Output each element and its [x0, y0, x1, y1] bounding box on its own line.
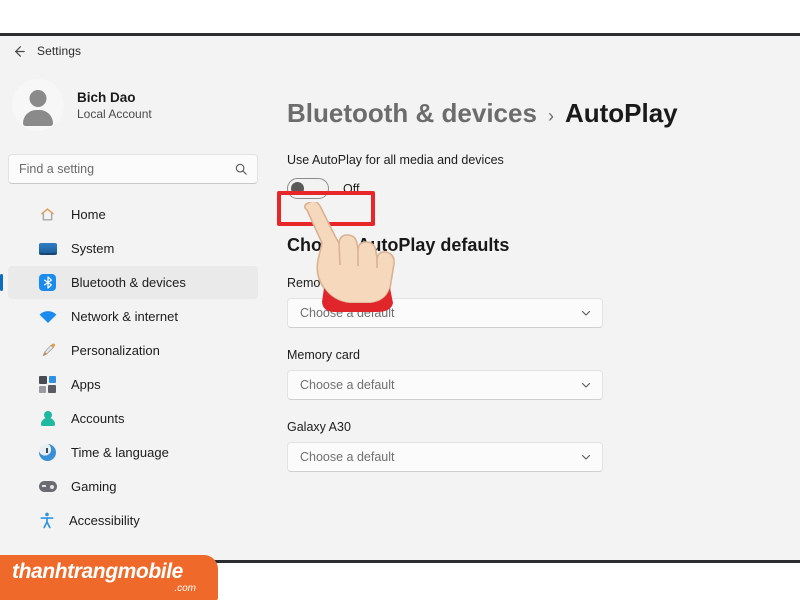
title-bar: Settings: [0, 36, 800, 66]
watermark-tld: .com: [174, 583, 196, 594]
sidebar-item-label: Accessibility: [69, 513, 140, 528]
field-label: Galaxy A30: [287, 420, 351, 434]
chevron-down-icon: [580, 307, 592, 319]
breadcrumb: Bluetooth & devices › AutoPlay: [287, 98, 800, 129]
window-title: Settings: [37, 44, 82, 58]
accessibility-icon: [38, 512, 55, 529]
profile-account-type: Local Account: [77, 106, 152, 121]
sidebar-item-label: Accounts: [71, 411, 125, 426]
wifi-icon: [38, 307, 57, 326]
field-memory-card: Memory card Choose a default: [287, 348, 800, 400]
chevron-down-icon: [580, 451, 592, 463]
apps-grid-icon: [38, 375, 57, 394]
removable-drive-dropdown[interactable]: Choose a default: [287, 298, 603, 328]
galaxy-a30-dropdown[interactable]: Choose a default: [287, 442, 603, 472]
settings-window: Settings Bich Dao Local Account Find a s…: [0, 33, 800, 563]
sidebar-item-apps[interactable]: Apps: [8, 368, 258, 401]
memory-card-dropdown[interactable]: Choose a default: [287, 370, 603, 400]
field-label: Removable drive: [287, 276, 381, 290]
search-input[interactable]: [9, 156, 219, 182]
bluetooth-icon: [38, 273, 57, 292]
selection-accent-bar: [0, 274, 3, 291]
sidebar-item-accounts[interactable]: Accounts: [8, 402, 258, 435]
watermark-badge: thanhtrangmobile .com: [0, 555, 218, 600]
sidebar-item-label: Time & language: [71, 445, 169, 460]
sidebar-item-accessibility[interactable]: Accessibility: [8, 504, 258, 537]
sidebar-item-label: Bluetooth & devices: [71, 275, 186, 290]
person-icon: [38, 409, 57, 428]
sidebar-item-label: Home: [71, 207, 106, 222]
profile-name: Bich Dao: [77, 89, 136, 105]
autoplay-toggle-state: Off: [343, 181, 360, 196]
dropdown-value: Choose a default: [300, 450, 395, 464]
chevron-down-icon: [580, 379, 592, 391]
back-arrow-icon[interactable]: [3, 36, 33, 66]
dropdown-value: Choose a default: [300, 378, 395, 392]
autoplay-toggle[interactable]: [287, 178, 329, 199]
sidebar-item-gaming[interactable]: Gaming: [8, 470, 258, 503]
breadcrumb-separator-icon: ›: [547, 106, 554, 126]
autoplay-toggle-label: Use AutoPlay for all media and devices: [287, 153, 504, 167]
content-pane: Bluetooth & devices › AutoPlay Use AutoP…: [270, 66, 800, 560]
sidebar-item-bluetooth-and-devices[interactable]: Bluetooth & devices: [0, 266, 258, 299]
profile-text: Bich Dao Local Account: [77, 89, 152, 122]
page-title: AutoPlay: [564, 98, 678, 128]
user-avatar-icon: [12, 79, 64, 131]
sidebar-item-label: Gaming: [71, 479, 117, 494]
sidebar-item-system[interactable]: System: [8, 232, 258, 265]
dropdown-value: Choose a default: [300, 306, 395, 320]
watermark-brand: thanhtrangmobile: [12, 560, 183, 583]
sidebar-item-home[interactable]: Home: [8, 198, 258, 231]
home-icon: [38, 205, 57, 224]
sidebar-item-label: Personalization: [71, 343, 160, 358]
sidebar-item-label: Network & internet: [71, 309, 178, 324]
field-galaxy-a30: Galaxy A30 Choose a default: [287, 420, 800, 472]
search-icon: [234, 162, 248, 176]
paintbrush-icon: [38, 341, 57, 360]
user-profile[interactable]: Bich Dao Local Account: [0, 66, 270, 144]
field-removable-drive: Removable drive Choose a default: [287, 276, 800, 328]
sidebar: Bich Dao Local Account Find a setting Ho…: [0, 66, 270, 560]
sidebar-item-network-and-internet[interactable]: Network & internet: [8, 300, 258, 333]
field-label: Memory card: [287, 348, 360, 362]
screenshot-root: Settings Bich Dao Local Account Find a s…: [0, 0, 800, 600]
navigation-list: Home System Bluetooth & devices Network …: [0, 198, 270, 537]
sidebar-item-label: Apps: [71, 377, 101, 392]
defaults-heading: Choose AutoPlay defaults: [287, 235, 510, 255]
sidebar-item-personalization[interactable]: Personalization: [8, 334, 258, 367]
breadcrumb-parent[interactable]: Bluetooth & devices: [287, 98, 537, 129]
monitor-icon: [38, 239, 57, 258]
gamepad-icon: [38, 477, 57, 496]
clock-icon: [38, 443, 57, 462]
autoplay-toggle-row: Off: [287, 178, 800, 199]
search-box[interactable]: [8, 154, 258, 184]
toggle-knob: [291, 182, 304, 195]
sidebar-item-label: System: [71, 241, 115, 256]
sidebar-item-time-and-language[interactable]: Time & language: [8, 436, 258, 469]
